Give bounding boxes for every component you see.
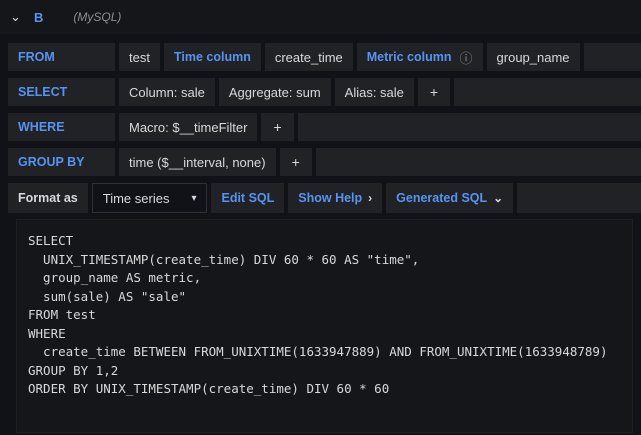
sql-preview-text: SELECT UNIX_TIMESTAMP(create_time) DIV 6… xyxy=(28,233,608,396)
metric-column-label: Metric column ⓘ xyxy=(356,43,483,71)
select-column-segment[interactable]: Column: sale xyxy=(119,78,215,106)
format-select-value: Time series xyxy=(102,190,170,206)
table-segment[interactable]: test xyxy=(119,43,160,71)
format-row: Format as Time series ▾ Edit SQL Show He… xyxy=(8,183,641,213)
chevron-down-icon: ⌄ xyxy=(493,191,504,205)
row-filler xyxy=(454,78,641,106)
where-label: WHERE xyxy=(8,113,115,141)
add-select-button[interactable]: + xyxy=(417,78,451,106)
row-filler xyxy=(297,113,641,141)
row-filler xyxy=(315,148,641,176)
time-column-value[interactable]: create_time xyxy=(264,43,353,71)
generated-sql-label: Generated SQL xyxy=(396,191,488,205)
query-editor-rows: FROM test Time column create_time Metric… xyxy=(0,34,641,433)
where-row: WHERE Macro: $__timeFilter + xyxy=(8,113,641,141)
datasource-name: (MySQL) xyxy=(73,10,122,24)
groupby-time-segment[interactable]: time ($__interval, none) xyxy=(119,148,276,176)
chevron-right-icon: › xyxy=(368,191,373,205)
from-row: FROM test Time column create_time Metric… xyxy=(8,43,641,71)
add-where-button[interactable]: + xyxy=(261,113,294,141)
edit-sql-button[interactable]: Edit SQL xyxy=(211,183,285,213)
query-ref-id: B xyxy=(34,9,44,25)
sql-preview-panel: SELECT UNIX_TIMESTAMP(create_time) DIV 6… xyxy=(16,219,633,433)
metric-column-label-text: Metric column xyxy=(366,50,452,64)
groupby-label: GROUP BY xyxy=(8,148,115,176)
select-label: SELECT xyxy=(8,78,115,106)
collapse-chevron-icon[interactable]: ⌄ xyxy=(10,9,26,25)
from-label: FROM xyxy=(8,43,115,71)
time-column-label: Time column xyxy=(163,43,261,71)
groupby-row: GROUP BY time ($__interval, none) + xyxy=(8,148,641,176)
select-alias-segment[interactable]: Alias: sale xyxy=(334,78,414,106)
select-row: SELECT Column: sale Aggregate: sum Alias… xyxy=(8,78,641,106)
show-help-button[interactable]: Show Help › xyxy=(288,183,383,213)
generated-sql-button[interactable]: Generated SQL ⌄ xyxy=(386,183,514,213)
select-aggregate-segment[interactable]: Aggregate: sum xyxy=(218,78,331,106)
format-select[interactable]: Time series ▾ xyxy=(91,183,208,213)
chevron-down-icon: ▾ xyxy=(191,192,197,204)
metric-column-value[interactable]: group_name xyxy=(486,43,580,71)
show-help-label: Show Help xyxy=(298,191,363,205)
row-filler xyxy=(517,183,641,213)
format-as-label: Format as xyxy=(8,183,88,213)
info-icon[interactable]: ⓘ xyxy=(460,48,473,67)
row-filler xyxy=(583,43,641,71)
query-header: ⌄ B (MySQL) xyxy=(0,0,641,34)
add-groupby-button[interactable]: + xyxy=(279,148,312,176)
where-macro-segment[interactable]: Macro: $__timeFilter xyxy=(119,113,258,141)
